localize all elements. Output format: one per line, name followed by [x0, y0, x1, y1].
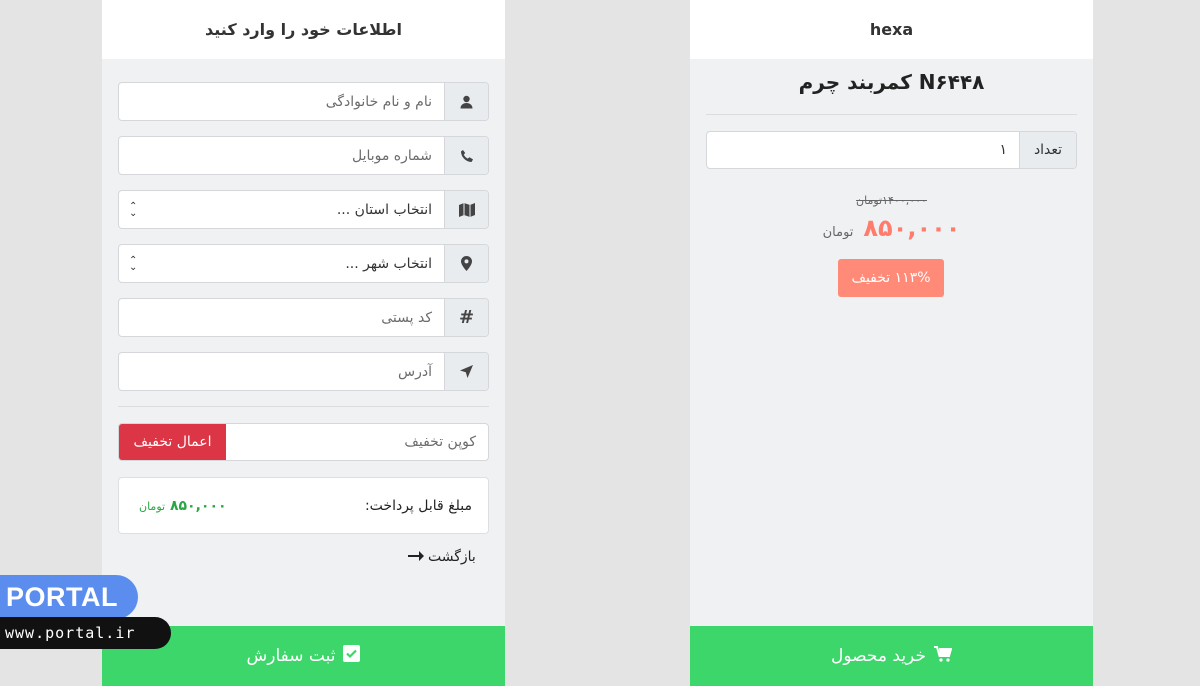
mobile-field[interactable]: شماره موبایل: [118, 136, 489, 175]
total-unit: تومان: [139, 499, 166, 513]
check-square-icon: [343, 645, 361, 667]
product-divider: [706, 114, 1077, 115]
address-input[interactable]: آدرس: [119, 353, 444, 390]
coupon-input[interactable]: کوپن تخفیف: [226, 424, 488, 460]
location-arrow-icon: [444, 353, 488, 390]
buy-product-button[interactable]: خرید محصول: [690, 626, 1093, 686]
fullname-input[interactable]: نام و نام خانوادگی: [119, 83, 444, 120]
brand-title: hexa: [690, 0, 1093, 59]
address-field[interactable]: آدرس: [118, 352, 489, 391]
province-select-value: انتخاب استان ...: [336, 201, 432, 218]
location-pin-icon: [444, 245, 488, 282]
payable-total-box: مبلغ قابل پرداخت: ۸۵۰,۰۰۰ تومان: [118, 477, 489, 534]
discount-badge: ۱۱۳% تخفیف: [838, 259, 944, 297]
checkout-form-panel: اطلاعات خود را وارد کنید نام و نام خانوا…: [102, 0, 505, 686]
form-divider: [118, 406, 489, 407]
old-price: ۱۴۰۰,۰۰۰تومان: [856, 194, 927, 207]
submit-order-label: ثبت سفارش: [246, 646, 336, 666]
total-label: مبلغ قابل پرداخت:: [364, 497, 472, 514]
postal-code-input[interactable]: کد پستی: [119, 299, 444, 336]
mobile-input[interactable]: شماره موبایل: [119, 137, 444, 174]
select-arrows-icon: ⌃ ⌄: [129, 254, 138, 273]
form-title: اطلاعات خود را وارد کنید: [102, 0, 505, 59]
city-select[interactable]: انتخاب شهر ... ⌃ ⌄: [118, 244, 489, 283]
map-icon: [444, 191, 488, 228]
fullname-field[interactable]: نام و نام خانوادگی: [118, 82, 489, 121]
quantity-input[interactable]: ۱: [707, 132, 1019, 168]
buy-product-label: خرید محصول: [831, 646, 926, 666]
old-price-unit: تومان: [856, 194, 883, 207]
apply-coupon-button[interactable]: اعمال تخفیف: [119, 424, 226, 460]
arrow-right-icon: [408, 549, 424, 565]
price-unit: تومان: [822, 225, 854, 240]
user-icon: [444, 83, 488, 120]
portal-logo: PORTAL: [0, 575, 138, 619]
cart-icon: [933, 645, 953, 667]
coupon-group: کوپن تخفیف اعمال تخفیف: [118, 423, 489, 461]
product-title: کمربند چرم N۶۴۴۸: [798, 70, 985, 94]
product-panel: hexa کمربند چرم N۶۴۴۸ تعداد ۱ ۱۴۰۰,۰۰۰تو…: [690, 0, 1093, 686]
postal-code-field[interactable]: # کد پستی: [118, 298, 489, 337]
select-arrows-icon: ⌃ ⌄: [129, 200, 138, 219]
back-label: بازگشت: [428, 549, 476, 565]
phone-icon: [444, 137, 488, 174]
province-select[interactable]: انتخاب استان ... ⌃ ⌄: [118, 190, 489, 229]
price-amount: ۸۵۰,۰۰۰: [863, 214, 961, 242]
quantity-label: تعداد: [1019, 132, 1076, 168]
current-price: ۸۵۰,۰۰۰ تومان: [690, 214, 1093, 242]
hash-icon: #: [444, 299, 488, 336]
back-link[interactable]: بازگشت: [408, 549, 476, 565]
quantity-group: تعداد ۱: [706, 131, 1077, 169]
city-select-value: انتخاب شهر ...: [345, 255, 432, 272]
portal-url: www.portal.ir: [0, 617, 171, 649]
total-amount: ۸۵۰,۰۰۰ تومان: [139, 497, 227, 514]
